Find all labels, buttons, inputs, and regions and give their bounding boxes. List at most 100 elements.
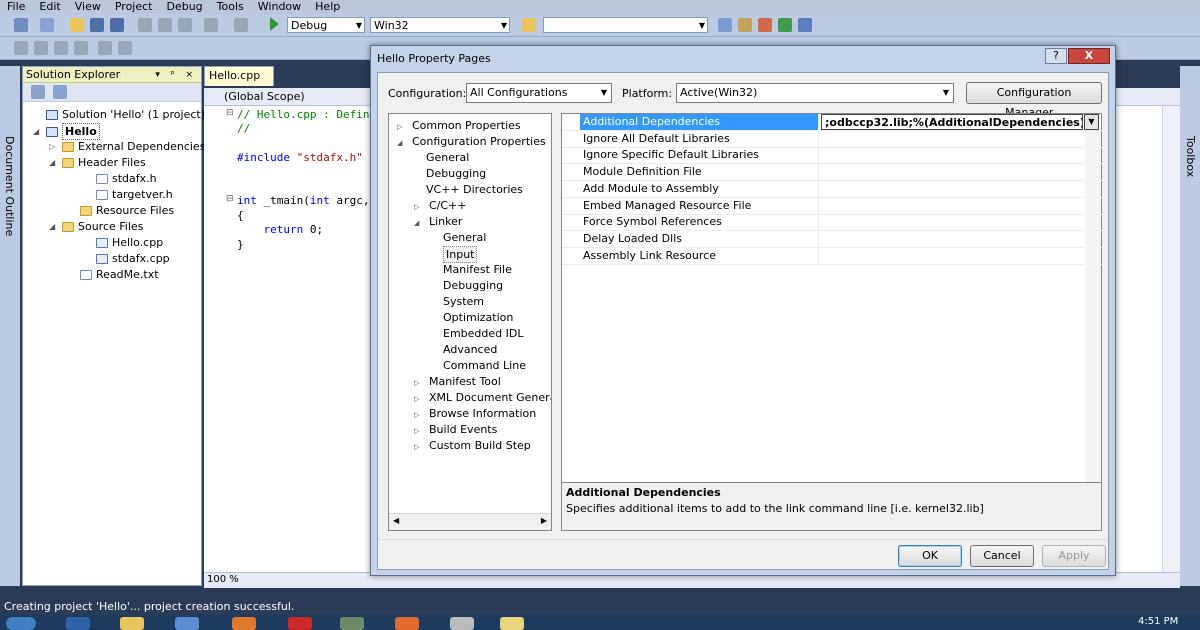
nav-item[interactable]: ▷ XML Document Generator: [414, 390, 551, 407]
nav-item[interactable]: System: [443, 294, 484, 309]
nav-item[interactable]: General: [426, 150, 469, 165]
quick-info-icon[interactable]: [54, 41, 68, 55]
tree-item[interactable]: stdafx.h: [83, 171, 157, 186]
copy-icon[interactable]: [158, 18, 172, 32]
property-row[interactable]: Assembly Link Resource: [562, 247, 1103, 265]
visual-studio-taskbar-icon[interactable]: [500, 617, 524, 630]
expand-toggle-icon[interactable]: ▷: [49, 139, 59, 154]
nav-item[interactable]: Command Line: [443, 358, 526, 373]
property-value[interactable]: [821, 231, 1083, 247]
menu-debug[interactable]: Debug: [159, 0, 209, 14]
scroll-left-icon[interactable]: ◀: [393, 516, 399, 525]
nav-item[interactable]: ▷ Browse Information: [414, 406, 536, 423]
property-row[interactable]: Add Module to Assembly: [562, 180, 1103, 198]
explorer-icon[interactable]: [120, 617, 144, 630]
add-item-icon[interactable]: [40, 18, 54, 32]
save-icon[interactable]: [90, 18, 104, 32]
nav-item[interactable]: Optimization: [443, 310, 513, 325]
nav-item[interactable]: ▷ Common Properties: [397, 118, 521, 135]
decrease-indent-icon[interactable]: [98, 41, 112, 55]
tree-item[interactable]: ◢ Source Files: [49, 219, 143, 234]
menu-tools[interactable]: Tools: [210, 0, 251, 14]
nav-item[interactable]: ▷ Manifest Tool: [414, 374, 501, 391]
help-button[interactable]: ?: [1045, 48, 1067, 64]
solution-explorer-icon[interactable]: [718, 18, 732, 32]
collapse-region-icon[interactable]: ⊟: [226, 108, 234, 118]
taskbar-app-icon[interactable]: [395, 617, 419, 630]
expand-toggle-icon[interactable]: ▷: [414, 440, 423, 455]
expand-toggle-icon[interactable]: ▷: [414, 200, 423, 215]
property-value[interactable]: [821, 147, 1083, 163]
scroll-right-icon[interactable]: ▶: [541, 516, 547, 525]
document-outline-tab[interactable]: Document Outline: [0, 66, 20, 586]
property-value[interactable]: [821, 248, 1083, 264]
configuration-combo[interactable]: All Configurations ▼: [466, 83, 612, 103]
nav-item[interactable]: Debugging: [443, 278, 503, 293]
toolbox-tab[interactable]: Toolbox: [1180, 66, 1200, 586]
start-page-icon[interactable]: [778, 18, 792, 32]
ok-button[interactable]: OK: [898, 545, 962, 567]
cancel-button[interactable]: Cancel: [970, 545, 1034, 567]
solution-config-combo[interactable]: Debug ▼: [287, 17, 365, 33]
cut-icon[interactable]: [138, 18, 152, 32]
close-button[interactable]: X: [1068, 48, 1110, 64]
expand-toggle-icon[interactable]: ◢: [49, 219, 59, 234]
tree-item[interactable]: Solution 'Hello' (1 project): [33, 107, 205, 122]
property-row[interactable]: Module Definition File: [562, 164, 1103, 182]
property-value[interactable]: [821, 198, 1083, 214]
paste-icon[interactable]: [178, 18, 192, 32]
undo-icon[interactable]: [204, 18, 218, 32]
expand-toggle-icon[interactable]: ▷: [397, 120, 406, 135]
firefox-icon[interactable]: [232, 617, 256, 630]
property-value[interactable]: [821, 181, 1083, 197]
internet-explorer-icon[interactable]: [66, 617, 90, 630]
configuration-manager-button[interactable]: Configuration Manager...: [966, 82, 1102, 119]
system-clock[interactable]: 4:51 PM: [1138, 616, 1178, 627]
start-debugging-icon[interactable]: [270, 17, 279, 31]
property-row[interactable]: Additional Dependencies ;odbccp32.lib;%(A…: [562, 114, 1103, 131]
panel-controls[interactable]: ▾ ᵖ ×: [155, 70, 201, 80]
nav-item[interactable]: ▷ Custom Build Step: [414, 438, 531, 455]
menu-edit[interactable]: Edit: [32, 0, 67, 14]
expand-toggle-icon[interactable]: ◢: [397, 136, 406, 151]
property-value[interactable]: [821, 214, 1083, 230]
tree-item[interactable]: Resource Files: [67, 203, 174, 218]
new-project-icon[interactable]: [14, 18, 28, 32]
tree-item[interactable]: ▷ External Dependencies: [49, 139, 205, 154]
nav-item[interactable]: Input: [443, 246, 478, 263]
expand-toggle-icon[interactable]: ◢: [33, 124, 43, 139]
nav-item[interactable]: ▷ Build Events: [414, 422, 497, 439]
find-in-files-icon[interactable]: [522, 18, 536, 32]
scope-dropdown[interactable]: (Global Scope): [220, 89, 384, 104]
tree-item[interactable]: ◢ Hello: [33, 123, 100, 140]
property-row[interactable]: Force Symbol References: [562, 214, 1103, 232]
menu-help[interactable]: Help: [308, 0, 347, 14]
expand-toggle-icon[interactable]: ▷: [414, 376, 423, 391]
property-row[interactable]: Delay Loaded Dlls: [562, 230, 1103, 248]
taskbar-app-icon[interactable]: [288, 617, 312, 630]
taskbar-app-icon[interactable]: [175, 617, 199, 630]
menu-file[interactable]: File: [0, 0, 32, 14]
property-value[interactable]: [821, 164, 1083, 180]
taskbar-app-icon[interactable]: [340, 617, 364, 630]
chevron-down-icon[interactable]: ▼: [1084, 114, 1099, 130]
editor-vertical-scrollbar[interactable]: [1162, 106, 1180, 572]
nav-item[interactable]: ▷ C/C++: [414, 198, 467, 215]
property-row[interactable]: Embed Managed Resource File: [562, 197, 1103, 215]
platform-combo[interactable]: Active(Win32) ▼: [676, 83, 954, 103]
parameter-info-icon[interactable]: [34, 41, 48, 55]
extension-manager-icon[interactable]: [798, 18, 812, 32]
open-icon[interactable]: [70, 18, 84, 32]
comment-out-icon[interactable]: [118, 41, 132, 55]
properties-icon[interactable]: [31, 85, 45, 99]
taskbar-app-icon[interactable]: [450, 617, 474, 630]
find-combo[interactable]: ▼: [543, 17, 708, 33]
menu-window[interactable]: Window: [251, 0, 308, 14]
redo-icon[interactable]: [234, 18, 248, 32]
tree-item[interactable]: targetver.h: [83, 187, 173, 202]
nav-item[interactable]: Debugging: [426, 166, 486, 181]
tree-item[interactable]: ReadMe.txt: [67, 267, 159, 282]
nav-item[interactable]: Embedded IDL: [443, 326, 523, 341]
expand-toggle-icon[interactable]: ▷: [414, 424, 423, 439]
properties-icon[interactable]: [738, 18, 752, 32]
